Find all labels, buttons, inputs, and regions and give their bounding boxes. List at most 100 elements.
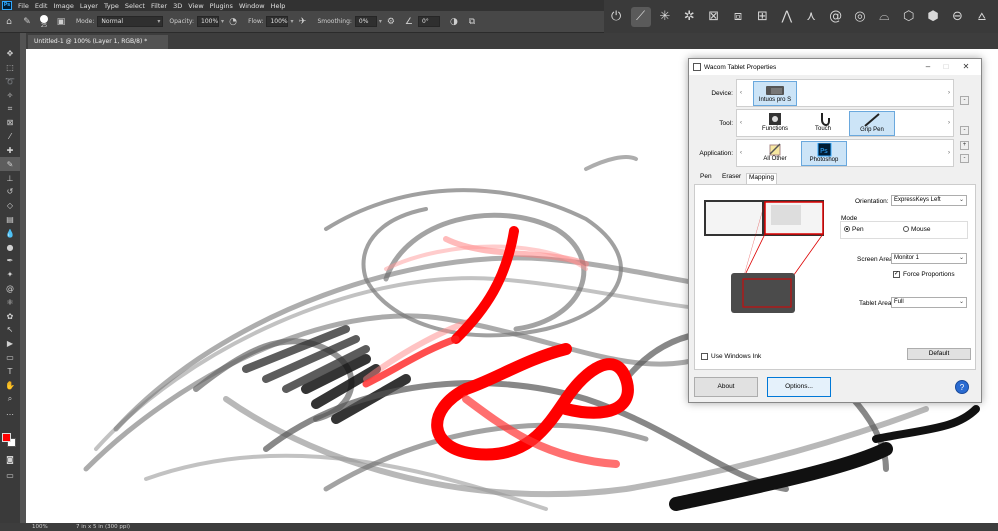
tool-grip-pen[interactable]: Grip Pen	[849, 111, 895, 136]
opacity-field[interactable]: 100%	[197, 16, 220, 27]
custom-tool-2-icon[interactable]: ✿	[0, 309, 20, 323]
brush-settings-icon[interactable]: ▣	[55, 16, 67, 28]
angle-field[interactable]: 0°	[417, 16, 440, 27]
pen-tool-icon[interactable]: ✒	[0, 254, 20, 268]
menu-window[interactable]: Window	[236, 2, 268, 10]
flow-field[interactable]: 100%	[266, 16, 289, 27]
brush-preset-picker[interactable]: 25	[40, 14, 48, 29]
quick-mask-icon[interactable]: ◙	[0, 453, 20, 467]
tool-scroll-left-icon[interactable]: ‹	[737, 110, 745, 136]
menu-select[interactable]: Select	[122, 2, 148, 10]
box-cross-icon[interactable]: ⊞	[752, 7, 772, 27]
dodge-tool-icon[interactable]: ●	[0, 240, 20, 254]
spray-icon[interactable]: ✳	[655, 7, 675, 27]
hexagon-icon[interactable]: ⬢	[923, 7, 943, 27]
menu-file[interactable]: File	[15, 2, 32, 10]
crop-tool-icon[interactable]: ⌗	[0, 102, 20, 116]
pyramid-icon[interactable]: ⩟	[972, 7, 992, 27]
eraser-tool-icon[interactable]: ◇	[0, 199, 20, 213]
device-remove-button[interactable]: -	[960, 96, 969, 105]
dialog-titlebar[interactable]: Wacom Tablet Properties – □ ✕	[689, 59, 981, 75]
power-icon[interactable]: ⏻	[606, 7, 626, 27]
app-scroll-right-icon[interactable]: ›	[945, 140, 953, 166]
blur-tool-icon[interactable]: 💧	[0, 226, 20, 240]
tool-remove-button[interactable]: -	[960, 126, 969, 135]
options-button[interactable]: Options...	[767, 377, 831, 397]
smoothing-field[interactable]: 0%	[354, 16, 377, 27]
box-x-icon[interactable]: ⊠	[704, 7, 724, 27]
move-tool-icon[interactable]: ✥	[0, 47, 20, 61]
home-icon[interactable]: ⌂	[3, 16, 15, 28]
menu-image[interactable]: Image	[50, 2, 76, 10]
opacity-chevron-icon[interactable]: ▾	[221, 18, 224, 25]
app-all-other[interactable]: All Other	[759, 141, 791, 166]
close-icon[interactable]: ✕	[959, 61, 973, 73]
stroke-tool-icon[interactable]: ⟋	[630, 6, 651, 27]
tool-touch[interactable]: Touch	[807, 111, 839, 136]
brush-tool-icon[interactable]: ✎	[21, 16, 33, 28]
airbrush-icon[interactable]: ✈	[296, 16, 308, 28]
marquee-tool-icon[interactable]: ⬚	[0, 61, 20, 75]
device-scroll-left-icon[interactable]: ‹	[737, 80, 745, 106]
device-scroll-right-icon[interactable]: ›	[945, 80, 953, 106]
hand-tool-icon[interactable]: ✋	[0, 378, 20, 392]
gear-icon[interactable]: ⚙	[385, 16, 397, 28]
brush-tool-icon[interactable]: ✎	[0, 157, 20, 172]
custom-tool-icon[interactable]: ⚛	[0, 295, 20, 309]
menu-filter[interactable]: Filter	[148, 2, 170, 10]
menu-edit[interactable]: Edit	[32, 2, 51, 10]
zoom-tool-icon[interactable]: ⌕	[0, 392, 20, 406]
type-tool-icon-2[interactable]: ✦	[0, 268, 20, 282]
lasso-tool-icon[interactable]: ➰	[0, 75, 20, 89]
device-intuos-pro-s[interactable]: Intuos pro S	[753, 81, 797, 106]
default-button[interactable]: Default	[907, 348, 971, 360]
orientation-dropdown[interactable]: ExpressKeys Left ⌄	[891, 195, 967, 206]
about-button[interactable]: About	[694, 377, 758, 397]
box-diamond-icon[interactable]: ⧈	[728, 7, 748, 27]
menu-3d[interactable]: 3D	[170, 2, 185, 10]
screen-area-dropdown[interactable]: Monitor 1 ⌄	[891, 253, 967, 264]
tab-eraser[interactable]: Eraser	[720, 173, 743, 180]
mode-dropdown[interactable]: Normal ▾	[97, 16, 164, 27]
mode-pen-radio[interactable]: Pen	[844, 226, 864, 233]
triangle-alt-icon[interactable]: ⋏	[801, 7, 821, 27]
smoothing-chevron-icon[interactable]: ▾	[379, 18, 382, 25]
minimize-icon[interactable]: –	[921, 61, 935, 73]
tool-functions[interactable]: Functions	[759, 111, 791, 136]
healing-brush-tool-icon[interactable]: ✚	[0, 144, 20, 158]
star-burst-icon[interactable]: ✲	[679, 7, 699, 27]
menu-view[interactable]: View	[185, 2, 206, 10]
symmetry-icon[interactable]: ⧉	[466, 16, 478, 28]
sphere-icon[interactable]: ⊖	[947, 7, 967, 27]
more-tools-icon[interactable]: …	[0, 406, 20, 420]
clone-stamp-tool-icon[interactable]: ⊥	[0, 171, 20, 185]
flow-chevron-icon[interactable]: ▾	[290, 18, 293, 25]
gradient-tool-icon[interactable]: ▤	[0, 213, 20, 227]
app-photoshop[interactable]: Ps Photoshop	[801, 141, 847, 166]
menu-plugins[interactable]: Plugins	[207, 2, 236, 10]
target-icon[interactable]: ◎	[850, 7, 870, 27]
cube-icon[interactable]: ⬡	[899, 7, 919, 27]
app-add-button[interactable]: +	[960, 141, 969, 150]
app-remove-button[interactable]: -	[960, 154, 969, 163]
history-brush-tool-icon[interactable]: ↺	[0, 185, 20, 199]
pressure-opacity-icon[interactable]: ◔	[227, 16, 239, 28]
foreground-color-swatch[interactable]	[2, 433, 11, 442]
app-scroll-left-icon[interactable]: ‹	[737, 140, 745, 166]
triangle-icon[interactable]: ⋀	[777, 7, 797, 27]
quick-select-tool-icon[interactable]: ✧	[0, 88, 20, 102]
frame-tool-icon[interactable]: ⊠	[0, 116, 20, 130]
direct-select-tool-icon[interactable]: ▶	[0, 337, 20, 351]
menu-type[interactable]: Type	[101, 2, 122, 10]
mode-mouse-radio[interactable]: Mouse	[903, 226, 931, 233]
menu-help[interactable]: Help	[268, 2, 289, 10]
tool-scroll-right-icon[interactable]: ›	[945, 110, 953, 136]
zoom-level[interactable]: 100%	[32, 523, 48, 531]
menu-layer[interactable]: Layer	[77, 2, 101, 10]
force-proportions-checkbox[interactable]: ✓ Force Proportions	[893, 271, 955, 278]
spiral-icon[interactable]: @	[826, 7, 846, 27]
screen-mode-icon[interactable]: ▭	[0, 469, 20, 483]
tablet-area-dropdown[interactable]: Full ⌄	[891, 297, 967, 308]
eyedropper-tool-icon[interactable]: ⁄	[0, 130, 20, 144]
help-icon[interactable]: ?	[955, 380, 969, 394]
